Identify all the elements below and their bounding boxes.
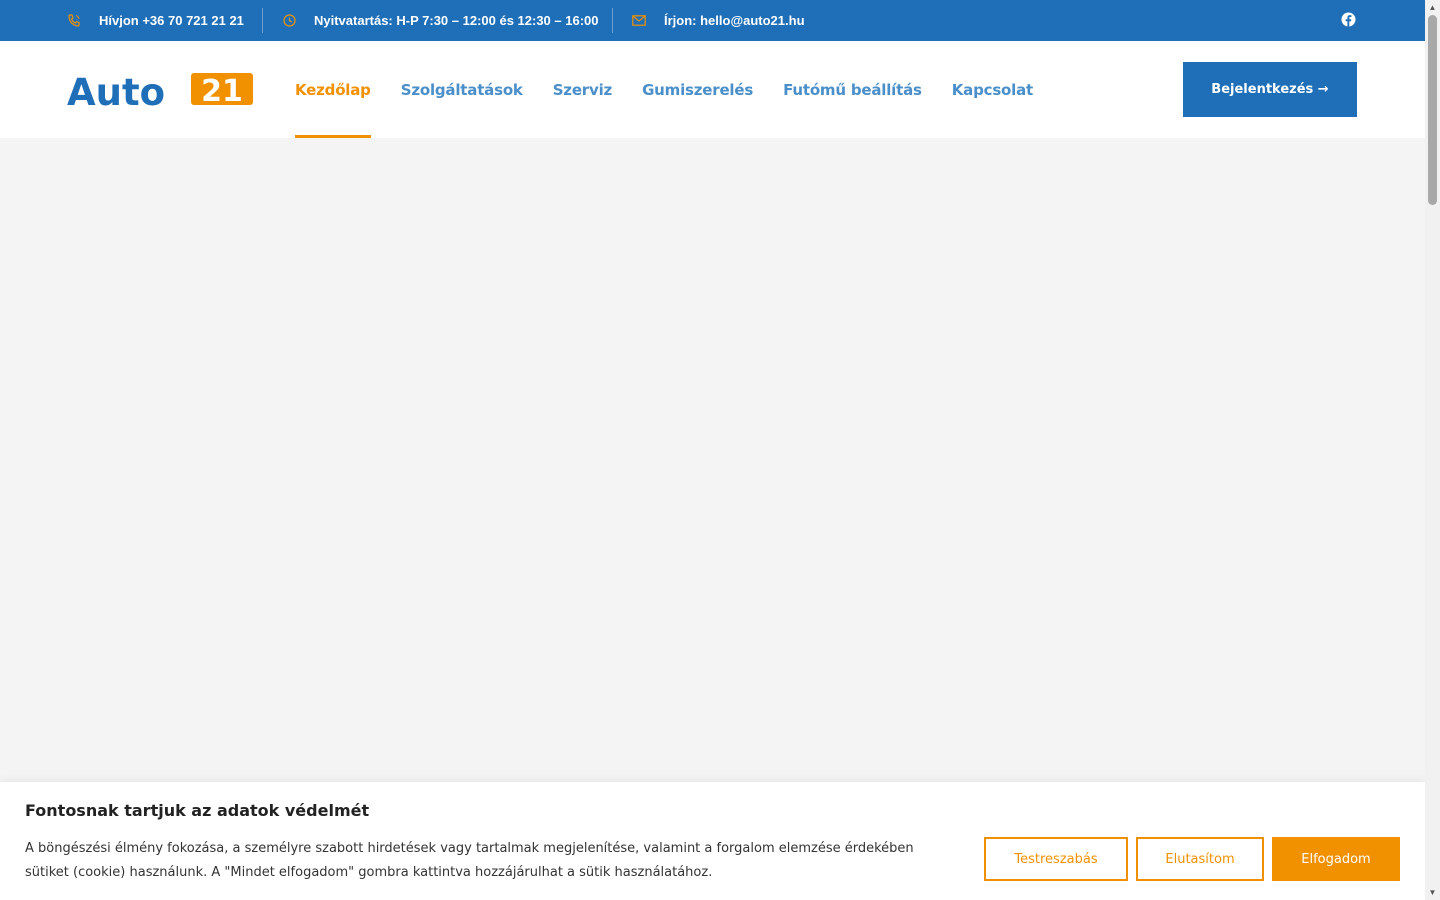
clock-icon bbox=[282, 14, 296, 28]
accept-button[interactable]: Elfogadom bbox=[1272, 837, 1400, 881]
scroll-up-arrow-icon[interactable]: ▲ bbox=[1425, 0, 1440, 15]
main-nav: Kezdőlap Szolgáltatások Szerviz Gumiszer… bbox=[295, 41, 1063, 138]
email-text: Írjon: hello@auto21.hu bbox=[664, 13, 805, 28]
logo-text-left: Auto bbox=[67, 72, 165, 110]
nav-item-futomu-beallitas[interactable]: Futómű beállítás bbox=[783, 41, 922, 138]
cookie-text: A böngészési élmény fokozása, a személyr… bbox=[25, 841, 914, 880]
envelope-icon bbox=[632, 14, 646, 28]
top-info-bar: Hívjon +36 70 721 21 21 Nyitvatartás: H-… bbox=[0, 0, 1425, 41]
divider bbox=[612, 8, 613, 33]
auto21-logo[interactable]: Auto 21 bbox=[67, 71, 255, 114]
hours-text: Nyitvatartás: H-P 7:30 – 12:00 és 12:30 … bbox=[314, 13, 599, 28]
login-button[interactable]: Bejelentkezés → bbox=[1183, 62, 1357, 117]
divider bbox=[262, 8, 263, 33]
nav-item-gumiszereles[interactable]: Gumiszerelés bbox=[642, 41, 753, 138]
cookie-consent-banner: Fontosnak tartjuk az adatok védelmét A b… bbox=[0, 782, 1425, 900]
phone-info[interactable]: Hívjon +36 70 721 21 21 bbox=[67, 0, 244, 41]
main-content-area bbox=[0, 138, 1425, 782]
phone-icon bbox=[67, 14, 81, 28]
site-header: Auto 21 Kezdőlap Szolgáltatások Szerviz … bbox=[0, 41, 1425, 138]
customize-button[interactable]: Testreszabás bbox=[984, 837, 1128, 881]
hours-info: Nyitvatartás: H-P 7:30 – 12:00 és 12:30 … bbox=[282, 0, 599, 41]
logo-text-right: 21 bbox=[201, 74, 243, 109]
page-scrollbar[interactable]: ▲ ▼ bbox=[1425, 0, 1440, 900]
scrollbar-thumb[interactable] bbox=[1428, 15, 1437, 205]
nav-item-szolgaltatasok[interactable]: Szolgáltatások bbox=[401, 41, 523, 138]
cookie-title: Fontosnak tartjuk az adatok védelmét bbox=[25, 801, 370, 820]
nav-item-kapcsolat[interactable]: Kapcsolat bbox=[952, 41, 1033, 138]
email-info[interactable]: Írjon: hello@auto21.hu bbox=[632, 0, 805, 41]
scroll-down-arrow-icon[interactable]: ▼ bbox=[1425, 885, 1440, 900]
facebook-icon[interactable] bbox=[1341, 12, 1356, 27]
nav-item-kezdolap[interactable]: Kezdőlap bbox=[295, 41, 371, 138]
phone-text: Hívjon +36 70 721 21 21 bbox=[99, 13, 244, 28]
nav-item-szerviz[interactable]: Szerviz bbox=[553, 41, 613, 138]
reject-button[interactable]: Elutasítom bbox=[1136, 837, 1264, 881]
